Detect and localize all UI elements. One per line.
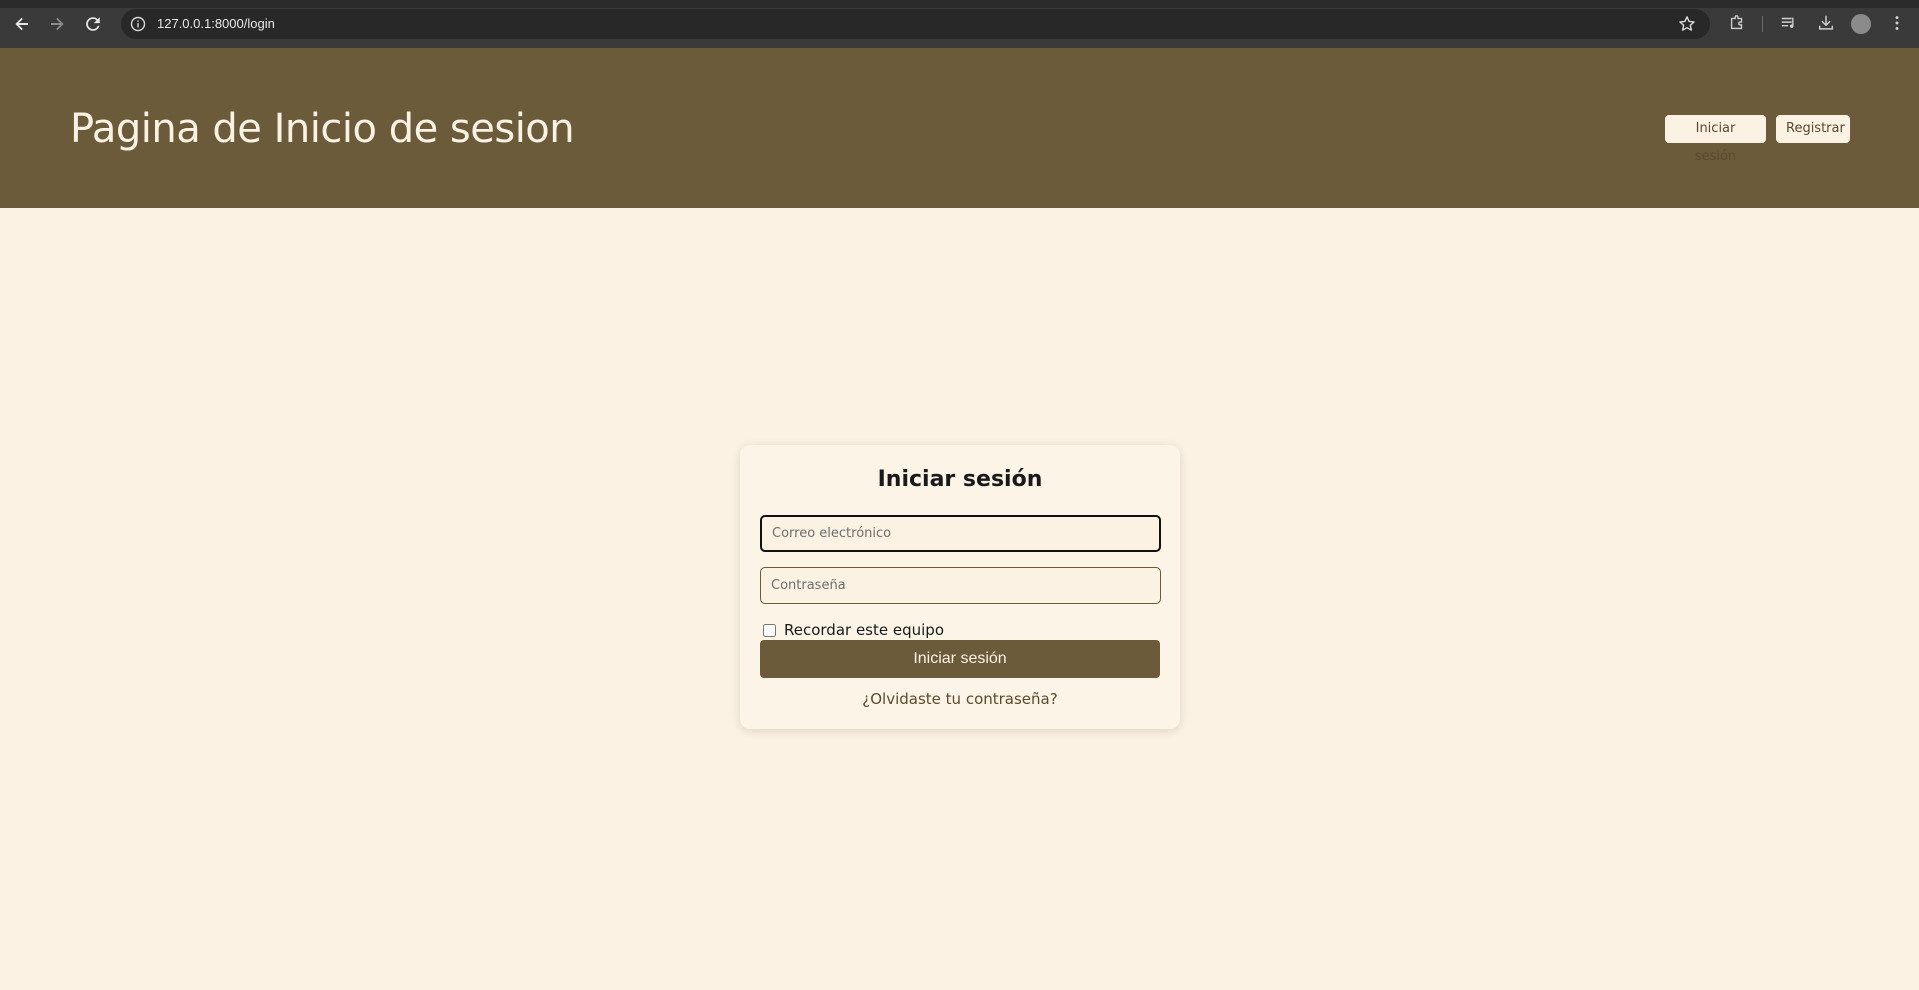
site-header: Pagina de Inicio de sesion Iniciar sesió… [0,48,1919,208]
more-menu-icon[interactable] [1886,12,1908,34]
toolbar-separator [1762,16,1763,32]
tab-strip [0,0,1919,8]
header-register-button[interactable]: Registrar [1776,115,1850,143]
email-field[interactable] [760,515,1161,552]
url-text[interactable]: 127.0.0.1:8000/login [157,16,275,31]
site-info-icon[interactable] [130,16,146,32]
address-bar[interactable]: 127.0.0.1:8000/login [121,9,1710,39]
login-submit-button[interactable]: Iniciar sesión [760,640,1160,678]
header-login-button[interactable]: Iniciar sesión [1665,115,1766,164]
download-icon[interactable] [1815,12,1837,34]
remember-checkbox[interactable] [763,623,776,637]
login-card: Iniciar sesión Recordar este equipo Inic… [740,445,1180,729]
back-icon[interactable] [6,8,38,40]
page-title: Pagina de Inicio de sesion [70,106,575,152]
profile-avatar-icon[interactable] [1851,14,1871,34]
extensions-icon[interactable] [1726,12,1748,34]
browser-chrome: 127.0.0.1:8000/login [0,0,1919,48]
media-controls-icon[interactable] [1778,12,1800,34]
bookmark-star-icon[interactable] [1678,15,1696,33]
reload-icon[interactable] [77,8,109,40]
forgot-password-link[interactable]: ¿Olvidaste tu contraseña? [740,690,1180,708]
password-field[interactable] [760,567,1161,604]
remember-me[interactable]: Recordar este equipo [763,621,944,639]
forward-icon[interactable] [41,8,73,40]
login-title: Iniciar sesión [877,467,1043,492]
remember-label: Recordar este equipo [784,621,944,639]
